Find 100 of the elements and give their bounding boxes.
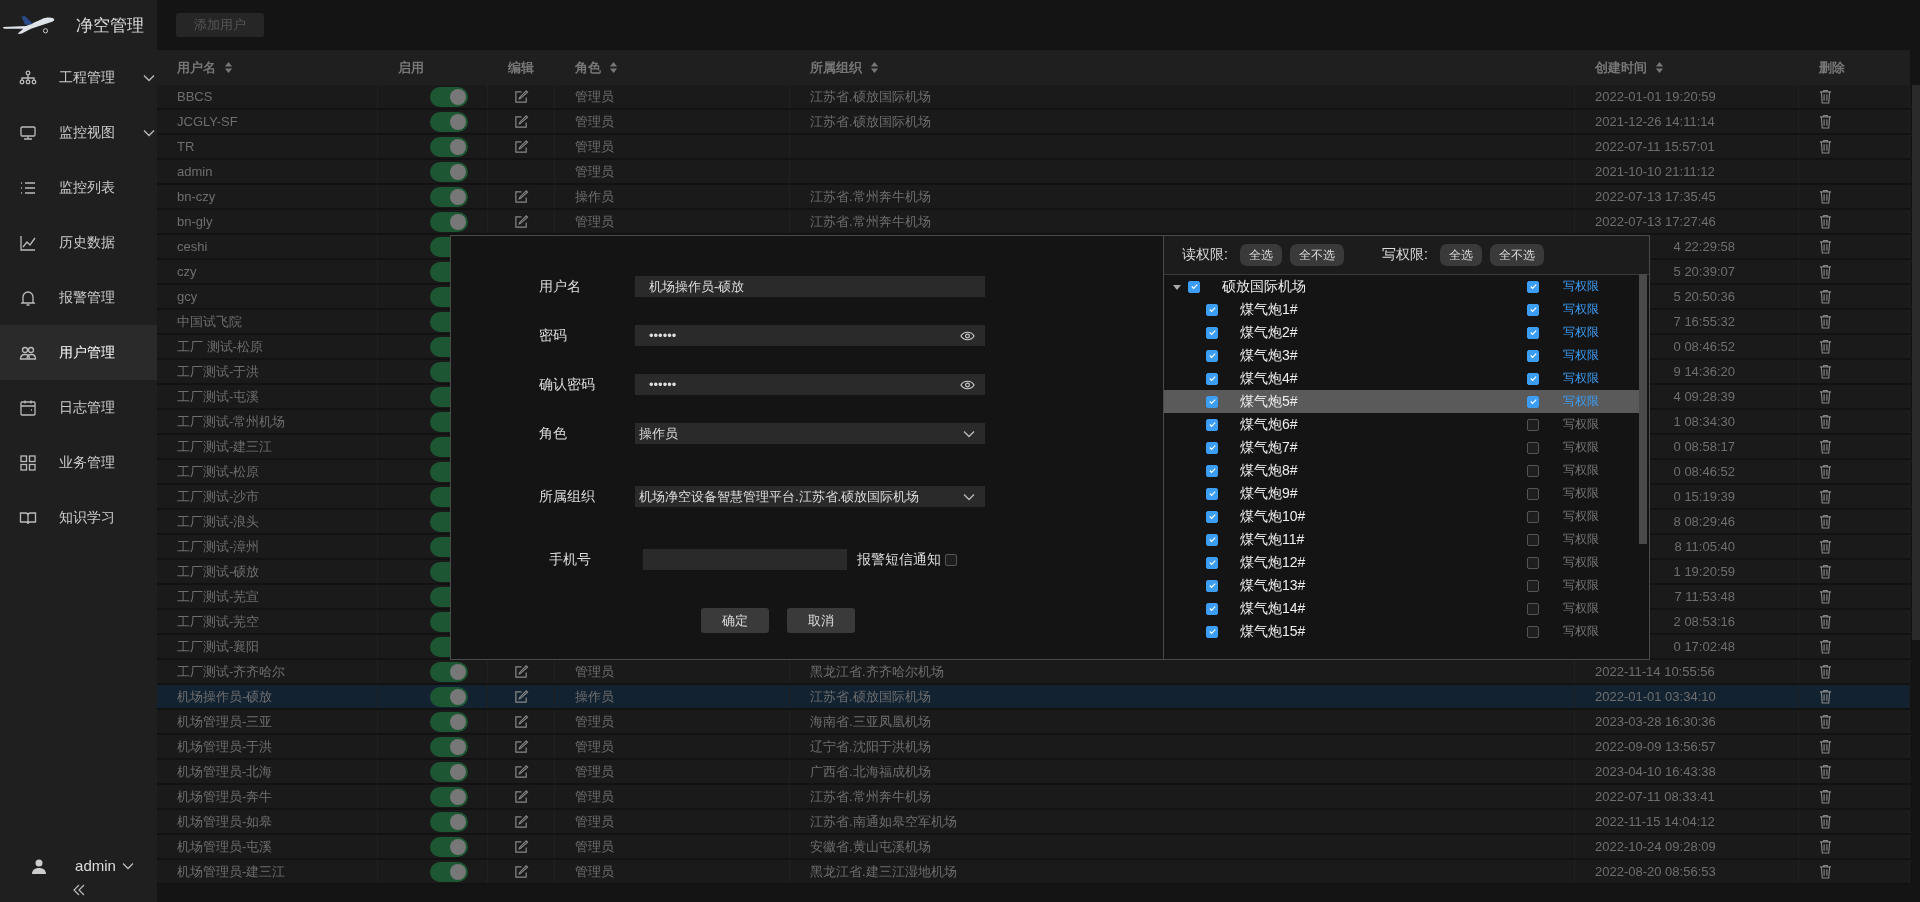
table-row[interactable]: bn-gly 管理员 江苏省.常州奔牛机场 2022-07-13 17:27:46 xyxy=(157,210,1910,235)
edit-icon[interactable] xyxy=(513,139,529,154)
tree-row[interactable]: 煤气炮9# 写权限 xyxy=(1164,482,1639,505)
checkbox[interactable] xyxy=(1206,625,1218,638)
checkbox[interactable] xyxy=(1527,280,1539,293)
trash-icon[interactable] xyxy=(1819,364,1832,379)
dialog-button[interactable]: 取消 xyxy=(787,608,855,633)
trash-icon[interactable] xyxy=(1819,689,1832,704)
toggle-switch[interactable] xyxy=(430,861,468,882)
edit-icon[interactable] xyxy=(513,689,529,704)
checkbox[interactable] xyxy=(945,553,957,566)
table-row[interactable]: 机场管理员-三亚 管理员 海南省.三亚凤凰机场 2023-03-28 16:30:36 xyxy=(157,710,1910,735)
select-field[interactable]: 机场净空设备智慧管理平台.江苏省.硕放国际机场 xyxy=(635,486,985,507)
sidebar-item[interactable]: 历史数据 xyxy=(0,215,157,270)
checkbox[interactable] xyxy=(1527,625,1539,638)
write-permission-label[interactable]: 写权限 xyxy=(1563,278,1599,295)
table-row[interactable]: admin 管理员 2021-10-10 21:11:12 xyxy=(157,160,1910,185)
toggle-switch[interactable] xyxy=(430,811,468,832)
trash-icon[interactable] xyxy=(1819,864,1832,879)
checkbox[interactable] xyxy=(1206,395,1218,408)
checkbox[interactable] xyxy=(1206,326,1218,339)
write-permission-label[interactable]: 写权限 xyxy=(1563,324,1599,341)
edit-icon[interactable] xyxy=(513,664,529,679)
trash-icon[interactable] xyxy=(1819,439,1832,454)
password-field[interactable]: •••••• xyxy=(635,325,985,346)
trash-icon[interactable] xyxy=(1819,314,1832,329)
checkbox[interactable] xyxy=(1527,326,1539,339)
select-button[interactable]: 全选 xyxy=(1239,244,1282,266)
checkbox[interactable] xyxy=(1188,280,1200,293)
checkbox[interactable] xyxy=(1527,602,1539,615)
toggle-switch[interactable] xyxy=(430,661,468,682)
trash-icon[interactable] xyxy=(1819,639,1832,654)
checkbox[interactable] xyxy=(1206,579,1218,592)
trash-icon[interactable] xyxy=(1819,564,1832,579)
checkbox[interactable] xyxy=(1206,510,1218,523)
table-row[interactable]: TR 管理员 2022-07-11 15:57:01 xyxy=(157,135,1910,160)
trash-icon[interactable] xyxy=(1819,539,1832,554)
edit-icon[interactable] xyxy=(513,214,529,229)
checkbox[interactable] xyxy=(1206,372,1218,385)
table-row[interactable]: BBCS 管理员 江苏省.硕放国际机场 2022-01-01 19:20:59 xyxy=(157,85,1910,110)
toggle-switch[interactable] xyxy=(430,136,468,157)
trash-icon[interactable] xyxy=(1819,839,1832,854)
toggle-switch[interactable] xyxy=(430,86,468,107)
sidebar-item[interactable]: 知识学习 xyxy=(0,490,157,545)
tree-row[interactable]: 煤气炮12# 写权限 xyxy=(1164,551,1639,574)
edit-icon[interactable] xyxy=(513,89,529,104)
table-row[interactable]: 工厂测试-齐齐哈尔 管理员 黑龙江省.齐齐哈尔机场 2022-11-14 10:55:56 xyxy=(157,660,1910,685)
tree-row[interactable]: 煤气炮2# 写权限 xyxy=(1164,321,1639,344)
tree-row[interactable]: 煤气炮10# 写权限 xyxy=(1164,505,1639,528)
trash-icon[interactable] xyxy=(1819,714,1832,729)
eye-icon[interactable] xyxy=(960,330,975,341)
toggle-switch[interactable] xyxy=(430,686,468,707)
write-permission-label[interactable]: 写权限 xyxy=(1563,347,1599,364)
toggle-switch[interactable] xyxy=(430,211,468,232)
table-row[interactable]: 机场管理员-北海 管理员 广西省.北海福成机场 2023-04-10 16:43:38 xyxy=(157,760,1910,785)
tree-row[interactable]: 煤气炮6# 写权限 xyxy=(1164,413,1639,436)
trash-icon[interactable] xyxy=(1819,414,1832,429)
trash-icon[interactable] xyxy=(1819,89,1832,104)
trash-icon[interactable] xyxy=(1819,214,1832,229)
trash-icon[interactable] xyxy=(1819,789,1832,804)
tree-row[interactable]: 煤气炮1# 写权限 xyxy=(1164,298,1639,321)
table-row[interactable]: 机场管理员-如皋 管理员 江苏省.南通如皋空军机场 2022-11-15 14:04:12 xyxy=(157,810,1910,835)
edit-icon[interactable] xyxy=(513,764,529,779)
collapse-icon[interactable] xyxy=(72,884,85,896)
trash-icon[interactable] xyxy=(1819,389,1832,404)
write-permission-label[interactable]: 写权限 xyxy=(1563,577,1599,594)
edit-icon[interactable] xyxy=(513,789,529,804)
tree-row[interactable]: 煤气炮8# 写权限 xyxy=(1164,459,1639,482)
trash-icon[interactable] xyxy=(1819,614,1832,629)
sidebar-item[interactable]: 用户管理 xyxy=(0,325,157,380)
trash-icon[interactable] xyxy=(1819,339,1832,354)
select-field[interactable]: 操作员 xyxy=(635,423,985,444)
write-permission-label[interactable]: 写权限 xyxy=(1563,623,1599,640)
scrollbar[interactable] xyxy=(1639,274,1647,544)
sort-icon[interactable] xyxy=(224,61,233,74)
trash-icon[interactable] xyxy=(1819,289,1832,304)
checkbox[interactable] xyxy=(1206,533,1218,546)
tree-row[interactable]: 煤气炮3# 写权限 xyxy=(1164,344,1639,367)
edit-icon[interactable] xyxy=(513,814,529,829)
trash-icon[interactable] xyxy=(1819,814,1832,829)
toggle-switch[interactable] xyxy=(430,736,468,757)
table-row[interactable]: 机场管理员-屯溪 管理员 安徽省.黄山屯溪机场 2022-10-24 09:28:09 xyxy=(157,835,1910,860)
trash-icon[interactable] xyxy=(1819,739,1832,754)
trash-icon[interactable] xyxy=(1819,139,1832,154)
toggle-switch[interactable] xyxy=(430,111,468,132)
checkbox[interactable] xyxy=(1206,349,1218,362)
trash-icon[interactable] xyxy=(1819,114,1832,129)
write-permission-label[interactable]: 写权限 xyxy=(1563,439,1599,456)
sidebar-item[interactable]: 监控视图 xyxy=(0,105,157,160)
edit-icon[interactable] xyxy=(513,839,529,854)
edit-icon[interactable] xyxy=(513,714,529,729)
password-field[interactable]: •••••• xyxy=(635,374,985,395)
dialog-button[interactable]: 确定 xyxy=(701,608,769,633)
write-permission-label[interactable]: 写权限 xyxy=(1563,485,1599,502)
write-permission-label[interactable]: 写权限 xyxy=(1563,508,1599,525)
checkbox[interactable] xyxy=(1527,533,1539,546)
sort-icon[interactable] xyxy=(870,61,879,74)
tree-row[interactable]: 煤气炮7# 写权限 xyxy=(1164,436,1639,459)
write-permission-label[interactable]: 写权限 xyxy=(1563,416,1599,433)
trash-icon[interactable] xyxy=(1819,664,1832,679)
